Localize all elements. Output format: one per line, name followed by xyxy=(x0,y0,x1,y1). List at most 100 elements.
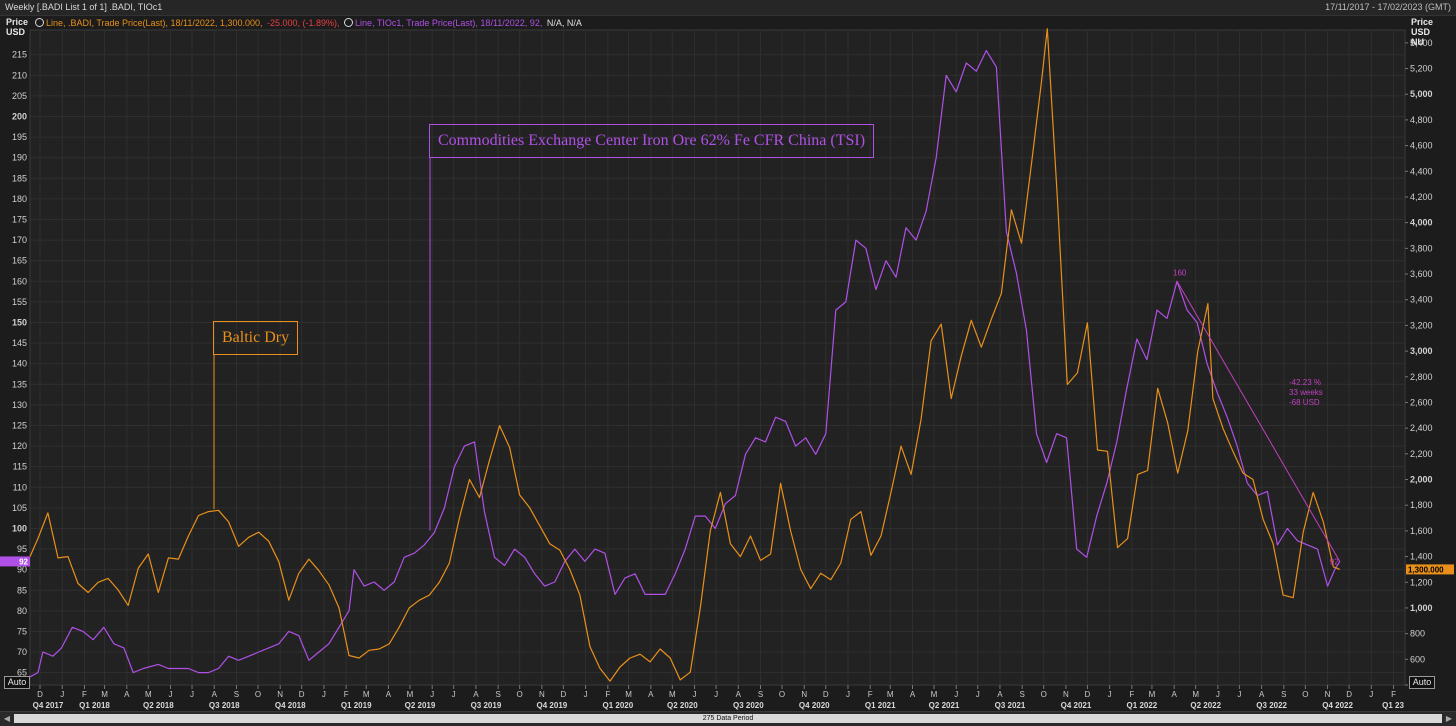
quarter-label: Q3 2021 xyxy=(995,701,1026,710)
month-tick-label: J xyxy=(1216,690,1220,699)
left-current-value-label: 92 xyxy=(19,557,28,566)
right-tick-label: 4,200 xyxy=(1410,192,1433,202)
left-tick-label: 80 xyxy=(17,606,27,616)
left-tick-label: 130 xyxy=(12,400,27,410)
right-tick-label: 4,400 xyxy=(1410,166,1433,176)
left-tick-label: 215 xyxy=(12,50,27,60)
right-tick-label: 1,200 xyxy=(1410,577,1433,587)
month-tick-label: M xyxy=(363,690,370,699)
month-tick-label: F xyxy=(344,690,349,699)
left-tick-label: 200 xyxy=(12,112,27,122)
left-tick-label: 70 xyxy=(17,647,27,657)
right-tick-label: 2,200 xyxy=(1410,449,1433,459)
left-tick-label: 95 xyxy=(17,544,27,554)
quarter-label: Q3 2018 xyxy=(209,701,240,710)
month-tick-label: J xyxy=(322,690,326,699)
month-tick-label: F xyxy=(868,690,873,699)
month-tick-label: J xyxy=(693,690,697,699)
trend-stat-label: 33 weeks xyxy=(1289,388,1323,397)
iron-ore-label-box[interactable]: Commodities Exchange Center Iron Ore 62%… xyxy=(429,124,875,158)
quarter-label: Q3 2022 xyxy=(1256,701,1287,710)
month-tick-label: O xyxy=(779,690,785,699)
left-tick-label: 170 xyxy=(12,235,27,245)
left-tick-label: 120 xyxy=(12,441,27,451)
left-tick-label: 105 xyxy=(12,503,27,513)
left-tick-label: 110 xyxy=(13,482,27,492)
left-tick-label: 140 xyxy=(12,359,27,369)
left-tick-label: 100 xyxy=(12,523,27,533)
month-tick-label: M xyxy=(101,690,108,699)
quarter-label: Q3 2019 xyxy=(471,701,502,710)
quarter-label: Q4 2018 xyxy=(275,701,306,710)
baltic-dry-label-box[interactable]: Baltic Dry xyxy=(213,321,299,355)
trend-start-label: 160 xyxy=(1173,268,1187,277)
right-tick-label: 1,400 xyxy=(1410,552,1433,562)
auto-scale-right-button[interactable]: Auto xyxy=(1409,676,1435,689)
month-tick-label: D xyxy=(299,690,305,699)
month-tick-label: F xyxy=(1391,690,1396,699)
month-tick-label: O xyxy=(255,690,261,699)
right-tick-label: 3,000 xyxy=(1410,346,1433,356)
right-axis-ticks: 4006008001,0001,2001,4001,6001,8002,0002… xyxy=(1405,38,1433,690)
left-tick-label: 180 xyxy=(12,194,27,204)
month-tick-label: S xyxy=(234,690,239,699)
right-tick-label: 2,400 xyxy=(1410,423,1433,433)
month-tick-label: D xyxy=(1085,690,1091,699)
right-tick-label: 2,600 xyxy=(1410,397,1433,407)
left-tick-label: 175 xyxy=(12,214,27,224)
left-tick-label: 75 xyxy=(17,626,27,636)
right-tick-label: 2,800 xyxy=(1410,372,1433,382)
right-tick-label: 800 xyxy=(1410,629,1425,639)
left-tick-label: 85 xyxy=(17,585,27,595)
month-tick-label: M xyxy=(669,690,676,699)
right-tick-label: 4,000 xyxy=(1410,218,1433,228)
right-tick-label: 2,000 xyxy=(1410,475,1433,485)
chart-plot[interactable]: 6570758085909510010511011512012513013514… xyxy=(0,0,1456,711)
quarter-label: Q2 2021 xyxy=(929,701,960,710)
month-tick-label: S xyxy=(1020,690,1025,699)
month-tick-label: N xyxy=(277,690,283,699)
quarter-label: Q2 2019 xyxy=(405,701,436,710)
left-tick-label: 135 xyxy=(12,379,27,389)
month-tick-label: D xyxy=(560,690,566,699)
month-tick-label: F xyxy=(605,690,610,699)
quarter-label: Q2 2020 xyxy=(667,701,698,710)
month-tick-label: J xyxy=(976,690,980,699)
month-tick-label: A xyxy=(997,690,1003,699)
quarter-label: Q3 2020 xyxy=(733,701,764,710)
right-current-value-label: 1,300.000 xyxy=(1408,565,1444,574)
month-tick-label: N xyxy=(539,690,545,699)
scrollbar[interactable]: ◀ 275 Data Period ▶ xyxy=(0,711,1456,726)
right-tick-label: 4,600 xyxy=(1410,141,1433,151)
month-tick-label: J xyxy=(1237,690,1241,699)
quarter-label: Q4 2020 xyxy=(799,701,830,710)
month-tick-label: A xyxy=(124,690,130,699)
right-tick-label: 1,800 xyxy=(1410,500,1433,510)
quarter-label: Q2 2022 xyxy=(1190,701,1221,710)
quarter-label: Q4 2021 xyxy=(1061,701,1092,710)
month-tick-label: D xyxy=(1346,690,1352,699)
month-tick-label: O xyxy=(1041,690,1047,699)
left-tick-label: 185 xyxy=(12,173,27,183)
right-tick-label: 1,600 xyxy=(1410,526,1433,536)
month-tick-label: S xyxy=(758,690,763,699)
month-tick-label: D xyxy=(823,690,829,699)
auto-scale-left-button[interactable]: Auto xyxy=(4,676,30,689)
quarter-label: Q1 2019 xyxy=(341,701,372,710)
month-tick-label: M xyxy=(1149,690,1156,699)
scroll-right-icon[interactable]: ▶ xyxy=(1444,713,1454,724)
data-period-label: 275 Data Period xyxy=(702,715,754,722)
trend-end-label: 92 xyxy=(1330,557,1339,566)
month-tick-label: M xyxy=(145,690,152,699)
month-tick-label: M xyxy=(931,690,938,699)
left-tick-label: 160 xyxy=(12,276,27,286)
month-tick-label: J xyxy=(584,690,588,699)
quarter-label: Q1 2020 xyxy=(603,701,634,710)
quarter-label: Q1 23 xyxy=(1382,701,1404,710)
right-tick-label: 5,400 xyxy=(1410,38,1433,48)
chart-window: Weekly [.BADI List 1 of 1] .BADI, TIOc1 … xyxy=(0,0,1456,726)
left-axis-ticks: 6570758085909510010511011512012513013514… xyxy=(12,50,27,678)
left-tick-label: 165 xyxy=(12,256,27,266)
month-tick-label: A xyxy=(1259,690,1265,699)
right-tick-label: 3,200 xyxy=(1410,320,1433,330)
